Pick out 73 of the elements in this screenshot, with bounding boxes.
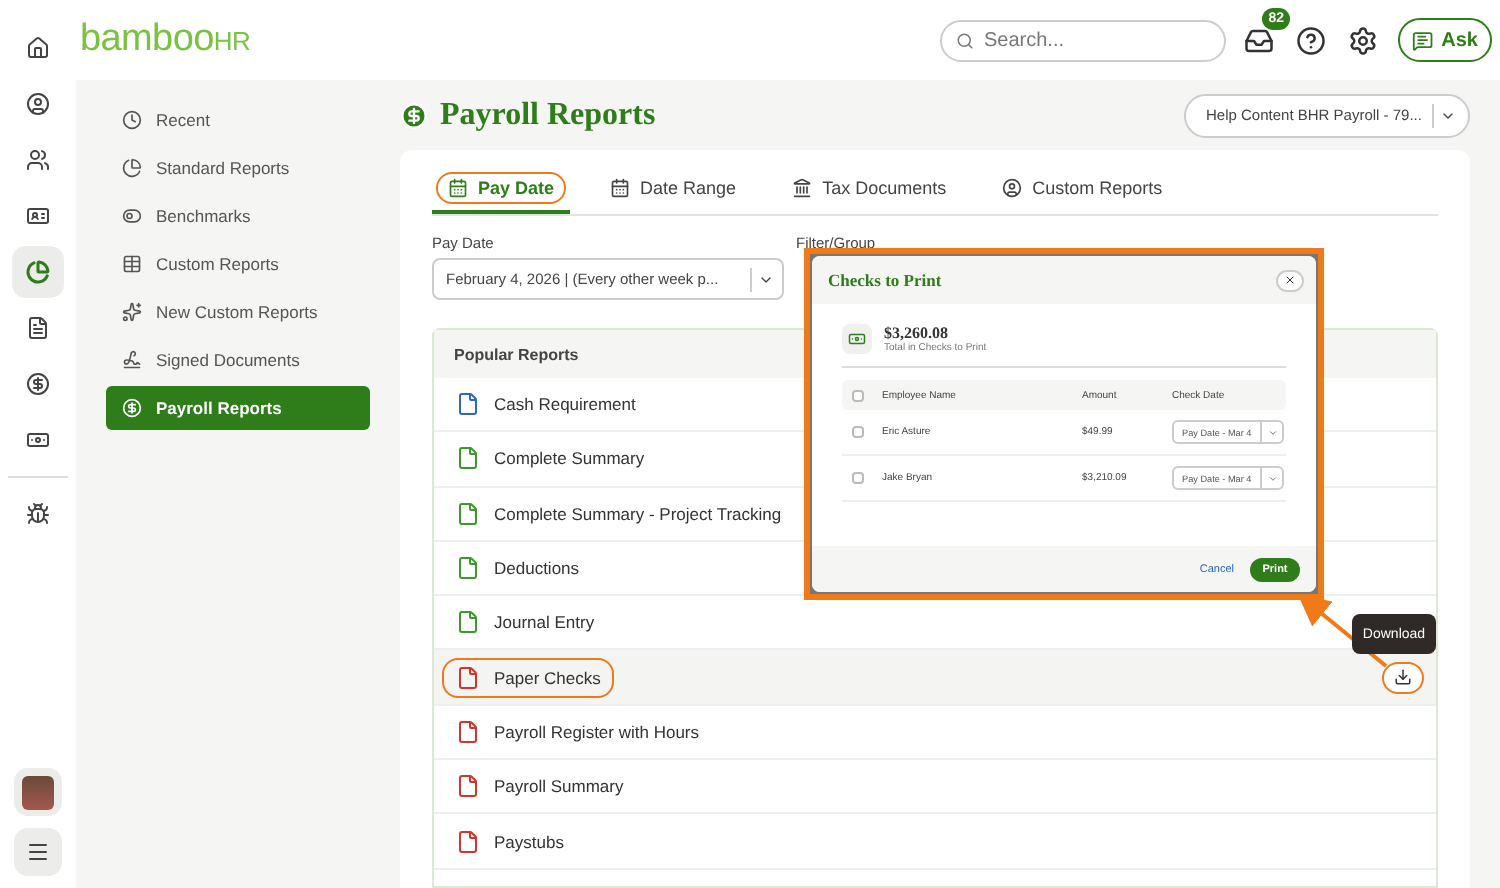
calendar-icon: [610, 178, 631, 198]
sidebar-item[interactable]: Benchmarks: [106, 194, 370, 238]
table-icon: [122, 254, 142, 274]
ask-button[interactable]: Ask: [1398, 18, 1492, 62]
file-icon: [456, 719, 480, 744]
caret-icon: [1268, 427, 1278, 437]
menu-button[interactable]: [14, 828, 62, 876]
sidebar-item[interactable]: Recent: [106, 98, 370, 142]
id-card-icon: [26, 204, 50, 228]
page-title: Payroll Reports: [440, 97, 656, 133]
sidebar-item[interactable]: New Custom Reports: [106, 290, 370, 334]
tab[interactable]: Custom Reports: [986, 166, 1179, 214]
menu-icon: [26, 840, 50, 864]
report-link[interactable]: Complete Summary - Project Tracking: [442, 493, 796, 534]
nav-rail-button[interactable]: [12, 246, 64, 298]
report-link[interactable]: Journal Entry: [442, 602, 609, 643]
checkbox[interactable]: [852, 389, 864, 401]
file-icon: [456, 556, 480, 581]
settings-icon: [1347, 25, 1377, 55]
close-icon: [1284, 274, 1296, 286]
report-link[interactable]: Complete Summary: [442, 438, 659, 479]
bug-icon: [26, 502, 50, 526]
dollar-icon: [400, 101, 428, 129]
checkbox[interactable]: [852, 472, 864, 484]
download-button[interactable]: [1382, 661, 1424, 694]
tab[interactable]: Tax Documents: [776, 166, 963, 214]
bank-icon: [792, 178, 813, 198]
document-icon: [26, 316, 50, 340]
home-icon: [26, 36, 50, 60]
report-link[interactable]: Payroll Register with Hours: [442, 711, 714, 752]
banknote-icon: [842, 324, 872, 354]
file-icon: [456, 665, 480, 690]
banknote-icon: [26, 428, 50, 452]
tab[interactable]: Date Range: [594, 166, 753, 214]
people-icon: [26, 148, 50, 172]
avatar[interactable]: [14, 768, 62, 816]
inbox-icon: [1243, 25, 1273, 55]
search-icon: [956, 31, 974, 49]
dialog-title: Checks to Print: [828, 270, 942, 290]
user-circle-icon: [1002, 178, 1023, 198]
report-link[interactable]: Deductions: [442, 548, 594, 589]
report-link[interactable]: Paper Checks: [442, 657, 615, 698]
total-amount: $3,260.08: [884, 324, 950, 342]
sidebar-item[interactable]: Signed Documents: [106, 338, 370, 382]
report-link[interactable]: Paystubs: [442, 821, 578, 862]
sidebar-item[interactable]: Standard Reports: [106, 146, 370, 190]
file-icon: [456, 446, 480, 471]
logo: bambooHR: [80, 18, 251, 62]
file-icon: [456, 774, 480, 799]
calendar-icon: [448, 178, 468, 198]
dollar-icon: [122, 398, 142, 418]
report-link[interactable]: Cash Requirement: [442, 384, 650, 425]
sidebar-item[interactable]: Custom Reports: [106, 242, 370, 286]
toggle-icon: [122, 206, 142, 226]
user-circle-icon: [26, 92, 50, 116]
sidebar-item[interactable]: Payroll Reports: [106, 386, 370, 430]
file-icon: [456, 392, 480, 417]
sparkle-icon: [122, 302, 142, 322]
search-field[interactable]: Search...: [940, 19, 1226, 61]
file-icon: [456, 610, 480, 635]
caret-icon: [1268, 473, 1278, 483]
file-icon: [456, 501, 480, 526]
download-icon: [1394, 668, 1412, 687]
file-icon: [456, 829, 480, 854]
report-link[interactable]: Payroll Summary: [442, 766, 638, 807]
help-icon: [1295, 25, 1325, 55]
signature-icon: [122, 350, 142, 370]
dollar-icon: [26, 372, 50, 396]
pie-chart-icon: [26, 260, 50, 284]
chat-icon: [1412, 29, 1434, 51]
pie-chart-icon: [122, 158, 142, 178]
checkbox[interactable]: [852, 426, 864, 438]
clock-icon: [122, 110, 142, 130]
